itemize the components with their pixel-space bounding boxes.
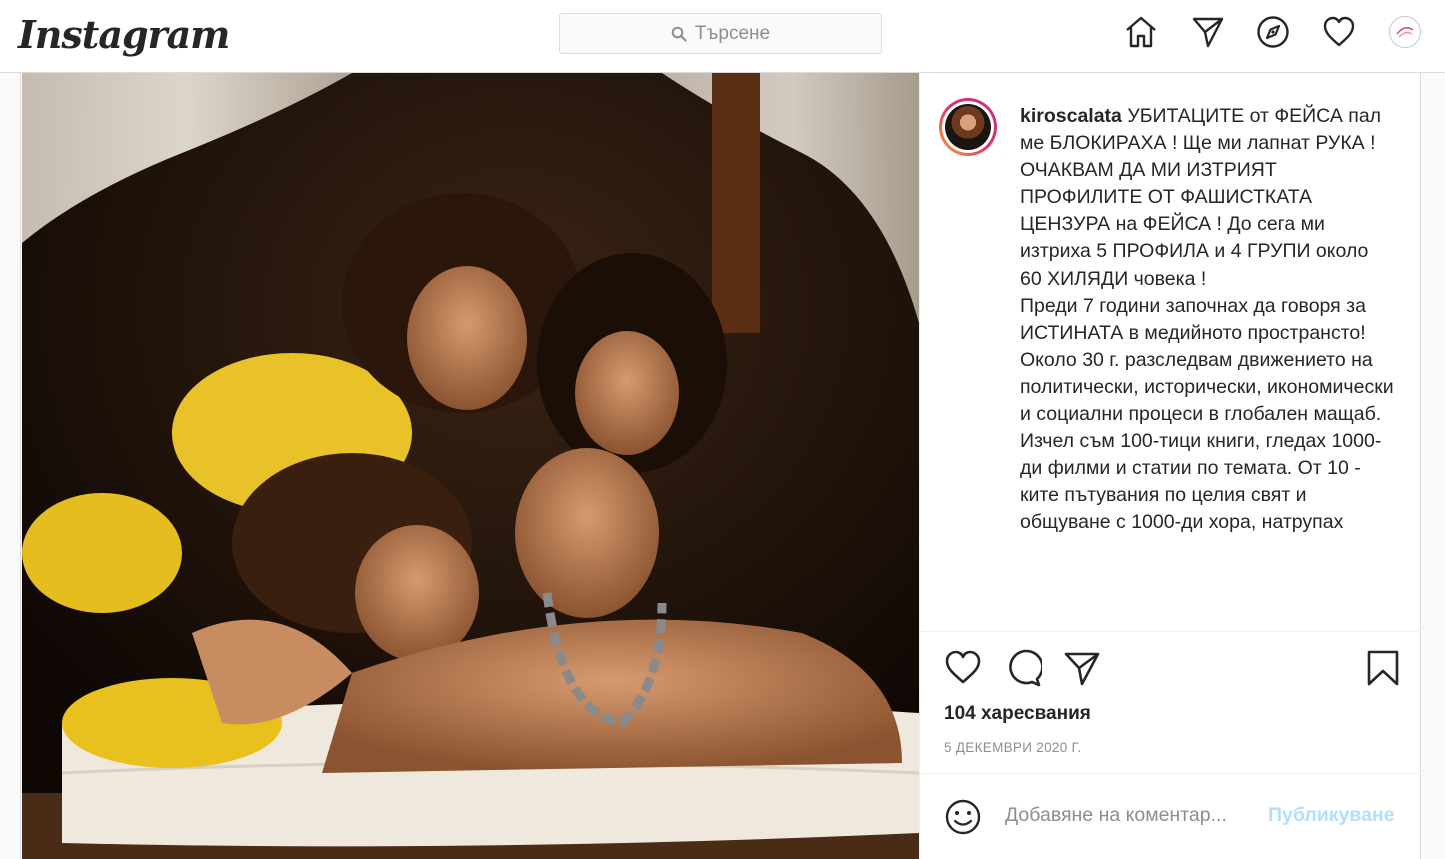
caption-area: kiroscalata УБИТАЦИТЕ от ФЕЙСА пал ме БЛ… (920, 73, 1421, 632)
post-photo[interactable] (22, 73, 919, 859)
author-avatar[interactable] (945, 104, 991, 150)
publish-button[interactable]: Публикуване (1268, 804, 1395, 827)
likes-count[interactable]: 104 харесвания (944, 703, 1091, 725)
search-icon (671, 26, 687, 42)
profile-avatar-icon (1396, 26, 1414, 38)
save-bookmark-icon[interactable] (1364, 649, 1402, 687)
post-caption: kiroscalata УБИТАЦИТЕ от ФЕЙСА пал ме БЛ… (1020, 103, 1395, 537)
direct-icon[interactable] (1191, 15, 1225, 49)
comment-bar: Добавяне на коментар... Публикуване (920, 773, 1421, 859)
emoji-icon[interactable] (944, 798, 982, 836)
home-icon[interactable] (1124, 15, 1158, 49)
caption-text: УБИТАЦИТЕ от ФЕЙСА пал ме БЛОКИРАХА ! Ще… (1020, 105, 1394, 534)
post-actions (920, 631, 1421, 697)
search-input[interactable]: Търсене (559, 13, 882, 54)
explore-icon[interactable] (1256, 15, 1290, 49)
profile-avatar[interactable] (1389, 16, 1421, 48)
instagram-logo[interactable]: Instagram (18, 12, 230, 57)
post-sidebar: kiroscalata УБИТАЦИТЕ от ФЕЙСА пал ме БЛ… (919, 73, 1421, 859)
author-username[interactable]: kiroscalata (1020, 105, 1122, 127)
like-heart-icon[interactable] (944, 649, 982, 687)
post-date[interactable]: 5 ДЕКЕМВРИ 2020 Г. (944, 740, 1082, 755)
top-nav: Instagram Търсене (0, 0, 1445, 73)
comment-icon[interactable] (1004, 649, 1042, 687)
comment-input[interactable]: Добавяне на коментар... (1005, 804, 1227, 827)
share-icon[interactable] (1063, 649, 1101, 687)
search-placeholder: Търсене (694, 22, 771, 44)
story-ring[interactable] (939, 98, 997, 156)
post-card: kiroscalata УБИТАЦИТЕ от ФЕЙСА пал ме БЛ… (20, 73, 1421, 859)
activity-heart-icon[interactable] (1322, 15, 1356, 49)
